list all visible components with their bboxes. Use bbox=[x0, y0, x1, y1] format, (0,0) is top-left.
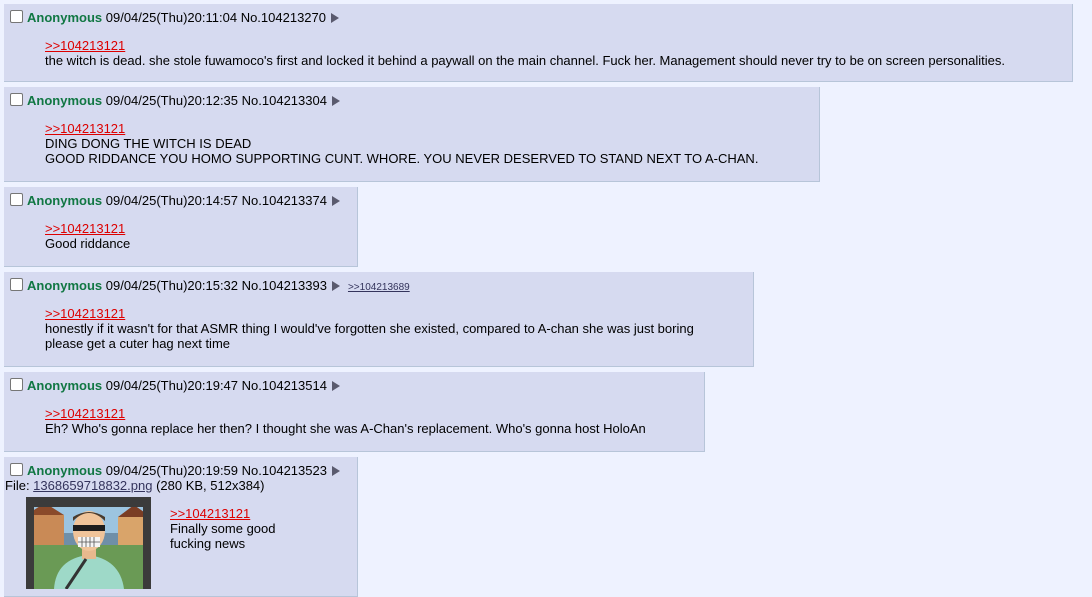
reply-post: Anonymous 09/04/25(Thu)20:11:04 No.10421… bbox=[4, 4, 1073, 82]
quote-link[interactable]: >>104213121 bbox=[45, 306, 125, 321]
post-number[interactable]: No.104213270 bbox=[241, 10, 326, 25]
message-line: Finally some good bbox=[170, 521, 276, 536]
post-select-checkbox[interactable] bbox=[10, 378, 23, 391]
post-message: >>104213121 DING DONG THE WITCH IS DEAD … bbox=[45, 121, 758, 166]
quote-link[interactable]: >>104213121 bbox=[45, 121, 125, 136]
file-label: File: bbox=[5, 478, 34, 493]
post-info: Anonymous 09/04/25(Thu)20:15:32 No.10421… bbox=[10, 277, 410, 295]
file-info: File: 1368659718832.png (280 KB, 512x384… bbox=[5, 478, 265, 493]
message-line: GOOD RIDDANCE YOU HOMO SUPPORTING CUNT. … bbox=[45, 151, 759, 166]
post-menu-arrow-icon[interactable] bbox=[331, 96, 340, 106]
message-line: the witch is dead. she stole fuwamoco's … bbox=[45, 53, 1005, 68]
quote-link[interactable]: >>104213121 bbox=[45, 38, 125, 53]
post-number[interactable]: No.104213514 bbox=[242, 378, 327, 393]
reply-post: Anonymous 09/04/25(Thu)20:12:35 No.10421… bbox=[4, 87, 820, 182]
post-number[interactable]: No.104213523 bbox=[242, 463, 327, 478]
poster-name: Anonymous bbox=[27, 10, 103, 25]
post-menu-arrow-icon[interactable] bbox=[331, 281, 340, 291]
post-info: Anonymous 09/04/25(Thu)20:19:47 No.10421… bbox=[10, 377, 340, 395]
file-meta: (280 KB, 512x384) bbox=[152, 478, 265, 493]
reply-post: Anonymous 09/04/25(Thu)20:15:32 No.10421… bbox=[4, 272, 754, 367]
post-number[interactable]: No.104213374 bbox=[242, 193, 327, 208]
backlink[interactable]: >>104213689 bbox=[348, 282, 410, 293]
message-line: fucking news bbox=[170, 536, 246, 551]
post-select-checkbox[interactable] bbox=[10, 463, 23, 476]
post-date: 09/04/25(Thu)20:14:57 bbox=[105, 193, 239, 208]
post-select-checkbox[interactable] bbox=[10, 193, 23, 206]
post-menu-arrow-icon[interactable] bbox=[331, 381, 340, 391]
cartoon-man-thumbnail-image bbox=[26, 497, 151, 589]
post-date: 09/04/25(Thu)20:15:32 bbox=[105, 278, 239, 293]
message-line: please get a cuter hag next time bbox=[45, 336, 231, 351]
post-select-checkbox[interactable] bbox=[10, 93, 23, 106]
post-message: >>104213121 the witch is dead. she stole… bbox=[45, 38, 1005, 68]
message-line: Good riddance bbox=[45, 236, 131, 251]
post-date: 09/04/25(Thu)20:19:59 bbox=[105, 463, 239, 478]
post-message: >>104213121 Finally some good fucking ne… bbox=[170, 506, 276, 551]
file-link[interactable]: 1368659718832.png bbox=[33, 478, 152, 493]
poster-name: Anonymous bbox=[27, 278, 103, 293]
message-line: Eh? Who's gonna replace her then? I thou… bbox=[45, 421, 646, 436]
poster-name: Anonymous bbox=[27, 93, 103, 108]
post-message: >>104213121 Good riddance bbox=[45, 221, 130, 251]
post-info: Anonymous 09/04/25(Thu)20:11:04 No.10421… bbox=[10, 9, 339, 27]
post-number[interactable]: No.104213304 bbox=[242, 93, 327, 108]
reply-post: Anonymous 09/04/25(Thu)20:19:59 No.10421… bbox=[4, 457, 358, 597]
post-menu-arrow-icon[interactable] bbox=[331, 196, 340, 206]
post-info: Anonymous 09/04/25(Thu)20:12:35 No.10421… bbox=[10, 92, 340, 110]
quote-link[interactable]: >>104213121 bbox=[45, 221, 125, 236]
post-menu-arrow-icon[interactable] bbox=[331, 13, 339, 23]
message-line: honestly if it wasn't for that ASMR thin… bbox=[45, 321, 694, 336]
message-line: DING DONG THE WITCH IS DEAD bbox=[45, 136, 252, 151]
post-message: >>104213121 Eh? Who's gonna replace her … bbox=[45, 406, 646, 436]
reply-post: Anonymous 09/04/25(Thu)20:19:47 No.10421… bbox=[4, 372, 705, 452]
poster-name: Anonymous bbox=[27, 378, 103, 393]
post-thumbnail[interactable] bbox=[26, 497, 151, 589]
post-menu-arrow-icon[interactable] bbox=[331, 466, 340, 476]
post-date: 09/04/25(Thu)20:12:35 bbox=[105, 93, 239, 108]
quote-link[interactable]: >>104213121 bbox=[45, 406, 125, 421]
post-date: 09/04/25(Thu)20:11:04 bbox=[105, 10, 238, 25]
reply-post: Anonymous 09/04/25(Thu)20:14:57 No.10421… bbox=[4, 187, 358, 267]
post-number[interactable]: No.104213393 bbox=[242, 278, 327, 293]
poster-name: Anonymous bbox=[27, 463, 103, 478]
poster-name: Anonymous bbox=[27, 193, 103, 208]
post-date: 09/04/25(Thu)20:19:47 bbox=[105, 378, 239, 393]
post-info: Anonymous 09/04/25(Thu)20:14:57 No.10421… bbox=[10, 192, 340, 210]
quote-link[interactable]: >>104213121 bbox=[170, 506, 250, 521]
post-select-checkbox[interactable] bbox=[10, 10, 23, 23]
post-select-checkbox[interactable] bbox=[10, 278, 23, 291]
post-message: >>104213121 honestly if it wasn't for th… bbox=[45, 306, 694, 351]
